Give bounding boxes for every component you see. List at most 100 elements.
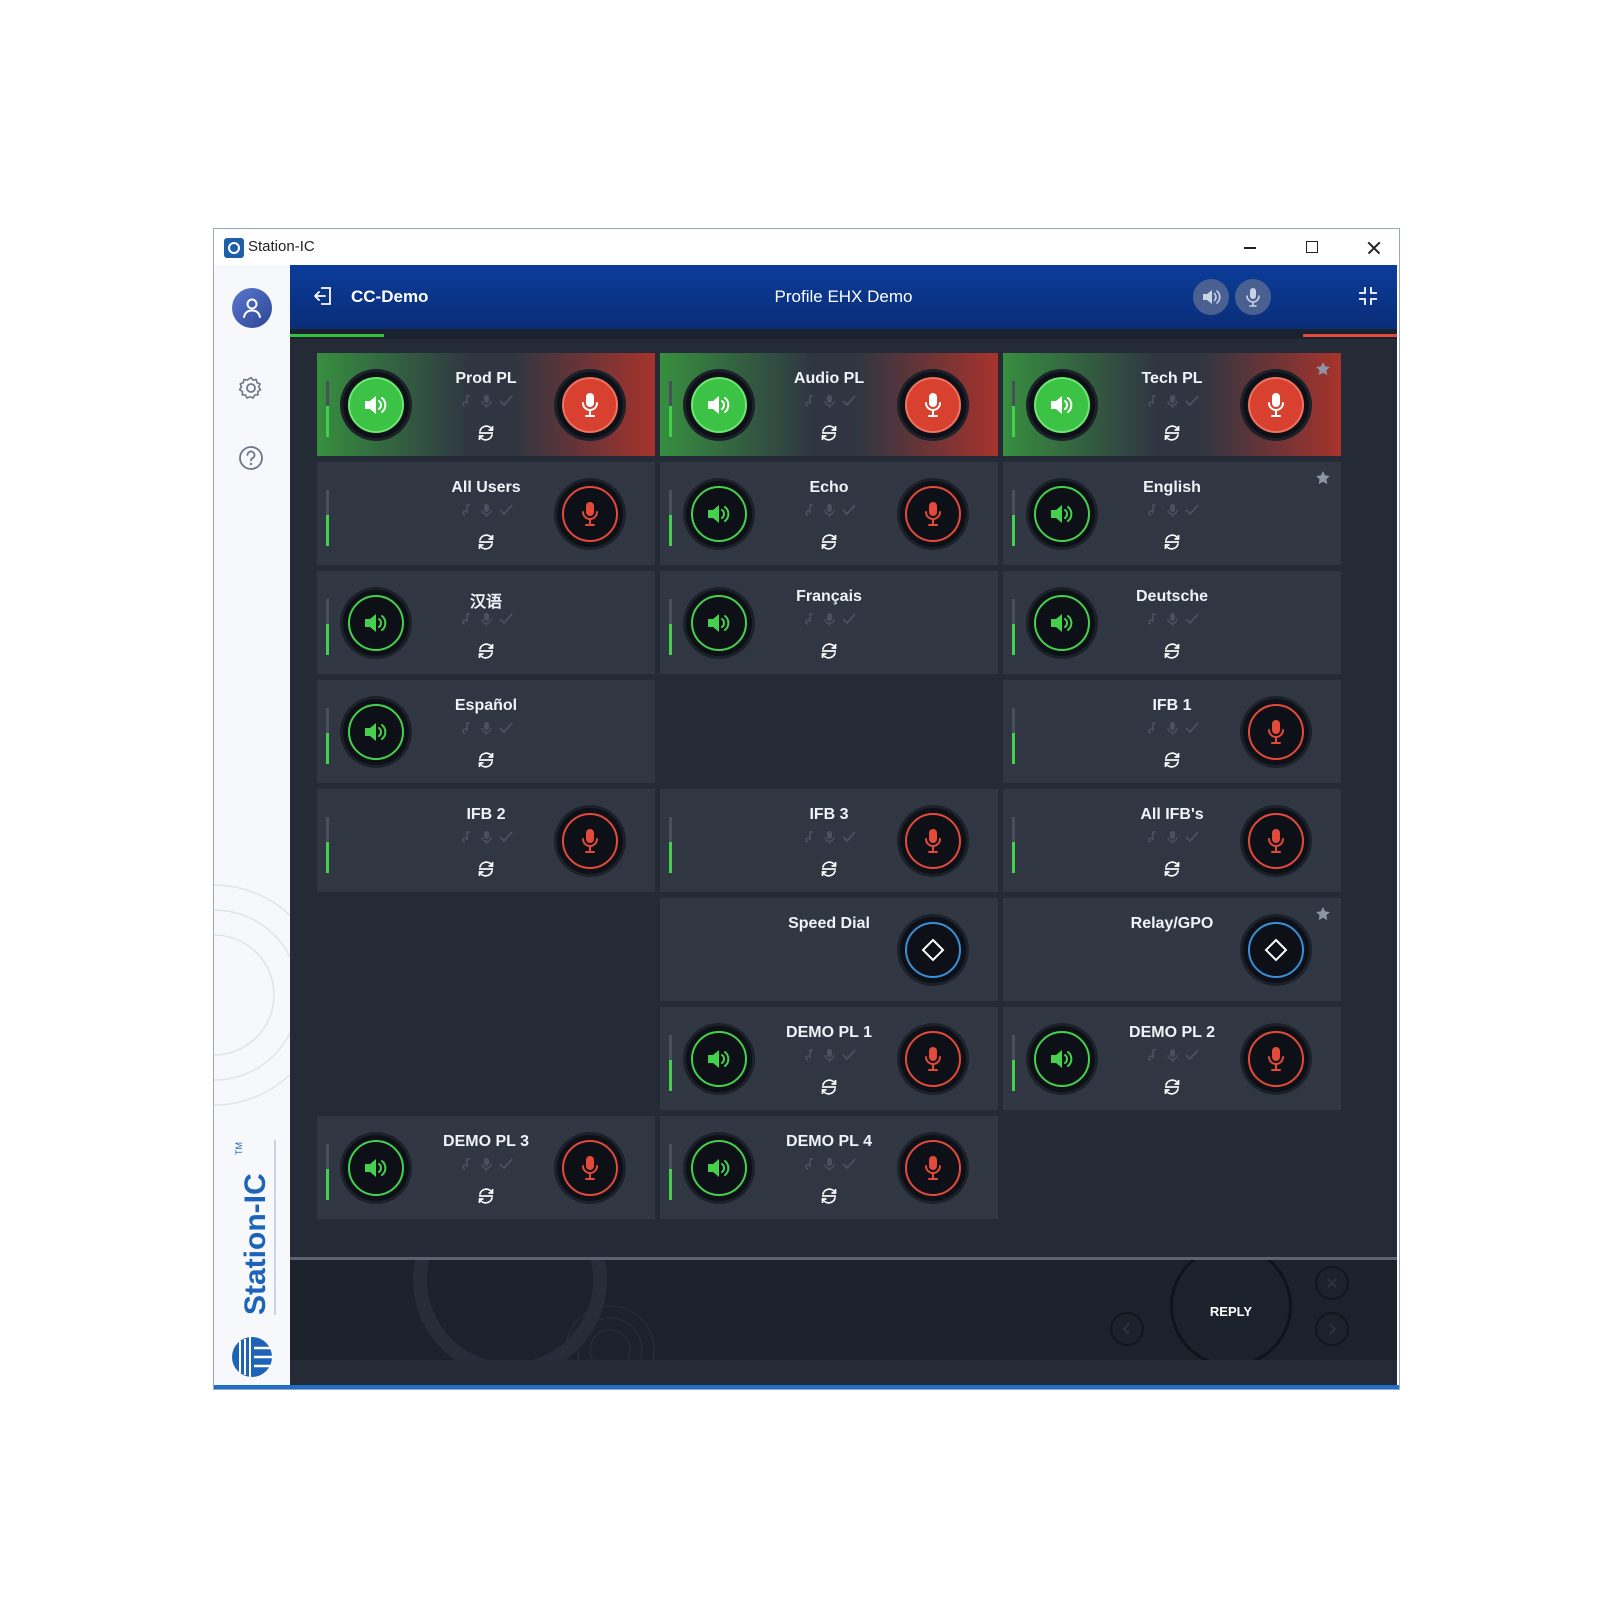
channel-tile[interactable]: Relay/GPO	[1003, 898, 1341, 1001]
listen-button[interactable]	[343, 590, 409, 656]
listen-button[interactable]	[1029, 372, 1095, 438]
listen-button[interactable]	[343, 699, 409, 765]
channel-tile[interactable]: DEMO PL 3	[317, 1116, 655, 1219]
talk-button[interactable]	[557, 372, 623, 438]
user-icon[interactable]	[232, 288, 272, 328]
talk-button[interactable]	[900, 808, 966, 874]
help-icon[interactable]	[238, 445, 264, 471]
status-icons	[805, 1158, 856, 1171]
channel-tile[interactable]: IFB 2	[317, 789, 655, 892]
speaker-icon	[708, 396, 730, 414]
channel-tile[interactable]: DEMO PL 4	[660, 1116, 998, 1219]
channel-tile[interactable]: DEMO PL 2	[1003, 1007, 1341, 1110]
channel-tile[interactable]: All IFB's	[1003, 789, 1341, 892]
sync-button[interactable]	[476, 1186, 496, 1211]
sync-button[interactable]	[819, 423, 839, 448]
sync-button[interactable]	[476, 423, 496, 448]
gear-icon[interactable]	[238, 375, 264, 401]
audio-level-meter	[326, 490, 329, 546]
sync-button[interactable]	[819, 859, 839, 884]
master-speaker-button[interactable]	[1193, 279, 1229, 315]
channel-tile[interactable]: 汉语	[317, 571, 655, 674]
star-icon[interactable]	[1315, 361, 1331, 377]
sync-button[interactable]	[476, 750, 496, 775]
talk-button[interactable]	[557, 481, 623, 547]
svg-text:TM: TM	[234, 1142, 244, 1155]
sync-button[interactable]	[1162, 859, 1182, 884]
channel-tile[interactable]: Tech PL	[1003, 353, 1341, 456]
close-window-button[interactable]	[1351, 231, 1397, 263]
sync-button[interactable]	[1162, 1077, 1182, 1102]
sync-button[interactable]	[819, 1186, 839, 1211]
listen-button[interactable]	[1029, 1026, 1095, 1092]
sync-button[interactable]	[476, 532, 496, 557]
channel-tile[interactable]: Español	[317, 680, 655, 783]
collapse-icon[interactable]	[1357, 285, 1379, 307]
talk-button[interactable]	[900, 372, 966, 438]
globe-logo-icon	[232, 1337, 272, 1377]
sync-icon	[821, 861, 837, 877]
dial-button[interactable]	[1243, 917, 1309, 983]
channel-tile[interactable]: Speed Dial	[660, 898, 998, 1001]
channel-tile[interactable]: Deutsche	[1003, 571, 1341, 674]
channel-tile[interactable]: IFB 3	[660, 789, 998, 892]
mic-icon	[582, 502, 598, 526]
listen-button[interactable]	[343, 1135, 409, 1201]
talk-button[interactable]	[900, 1135, 966, 1201]
next-page-button[interactable]	[1315, 1312, 1349, 1346]
top-bar: CC-Demo Profile EHX Demo	[290, 265, 1397, 329]
listen-button[interactable]	[1029, 590, 1095, 656]
channel-tile[interactable]: Audio PL	[660, 353, 998, 456]
channel-tile[interactable]: Prod PL	[317, 353, 655, 456]
listen-button[interactable]	[686, 481, 752, 547]
dial-button[interactable]	[900, 917, 966, 983]
star-icon[interactable]	[1315, 906, 1331, 922]
talk-button[interactable]	[1243, 372, 1309, 438]
sync-button[interactable]	[476, 641, 496, 666]
sync-button[interactable]	[1162, 641, 1182, 666]
mic-icon	[1268, 1047, 1284, 1071]
sync-button[interactable]	[819, 641, 839, 666]
channel-tile[interactable]: All Users	[317, 462, 655, 565]
footer-bar: REPLY	[290, 1260, 1397, 1360]
mic-icon	[1268, 829, 1284, 853]
empty-tile	[660, 680, 998, 783]
mic-icon	[1268, 393, 1284, 417]
sync-button[interactable]	[476, 859, 496, 884]
channel-tile[interactable]: IFB 1	[1003, 680, 1341, 783]
speaker-icon	[365, 396, 387, 414]
maximize-button[interactable]	[1289, 231, 1335, 263]
sync-button[interactable]	[1162, 532, 1182, 557]
talk-button[interactable]	[1243, 1026, 1309, 1092]
talk-button[interactable]	[557, 1135, 623, 1201]
sync-button[interactable]	[1162, 750, 1182, 775]
talk-button[interactable]	[1243, 699, 1309, 765]
listen-button[interactable]	[686, 1026, 752, 1092]
previous-page-button[interactable]	[1110, 1312, 1144, 1346]
status-icons	[462, 613, 513, 626]
star-icon[interactable]	[1315, 470, 1331, 486]
talk-button[interactable]	[900, 481, 966, 547]
sync-button[interactable]	[1162, 423, 1182, 448]
listen-button[interactable]	[686, 1135, 752, 1201]
listen-button[interactable]	[1029, 481, 1095, 547]
mic-icon	[925, 502, 941, 526]
clear-reply-button[interactable]	[1315, 1266, 1349, 1300]
master-mic-button[interactable]	[1235, 279, 1271, 315]
channel-tile[interactable]: Echo	[660, 462, 998, 565]
sync-button[interactable]	[819, 1077, 839, 1102]
talk-button[interactable]	[1243, 808, 1309, 874]
channel-tile[interactable]: DEMO PL 1	[660, 1007, 998, 1110]
listen-button[interactable]	[686, 372, 752, 438]
mic-icon	[925, 1156, 941, 1180]
listen-button[interactable]	[686, 590, 752, 656]
listen-button[interactable]	[343, 372, 409, 438]
talk-button[interactable]	[557, 808, 623, 874]
channel-tile[interactable]: Français	[660, 571, 998, 674]
footer-decoration	[413, 1260, 655, 1360]
channel-tile[interactable]: English	[1003, 462, 1341, 565]
minimize-button[interactable]	[1227, 231, 1273, 263]
talk-button[interactable]	[900, 1026, 966, 1092]
sync-icon	[1164, 425, 1180, 441]
sync-button[interactable]	[819, 532, 839, 557]
